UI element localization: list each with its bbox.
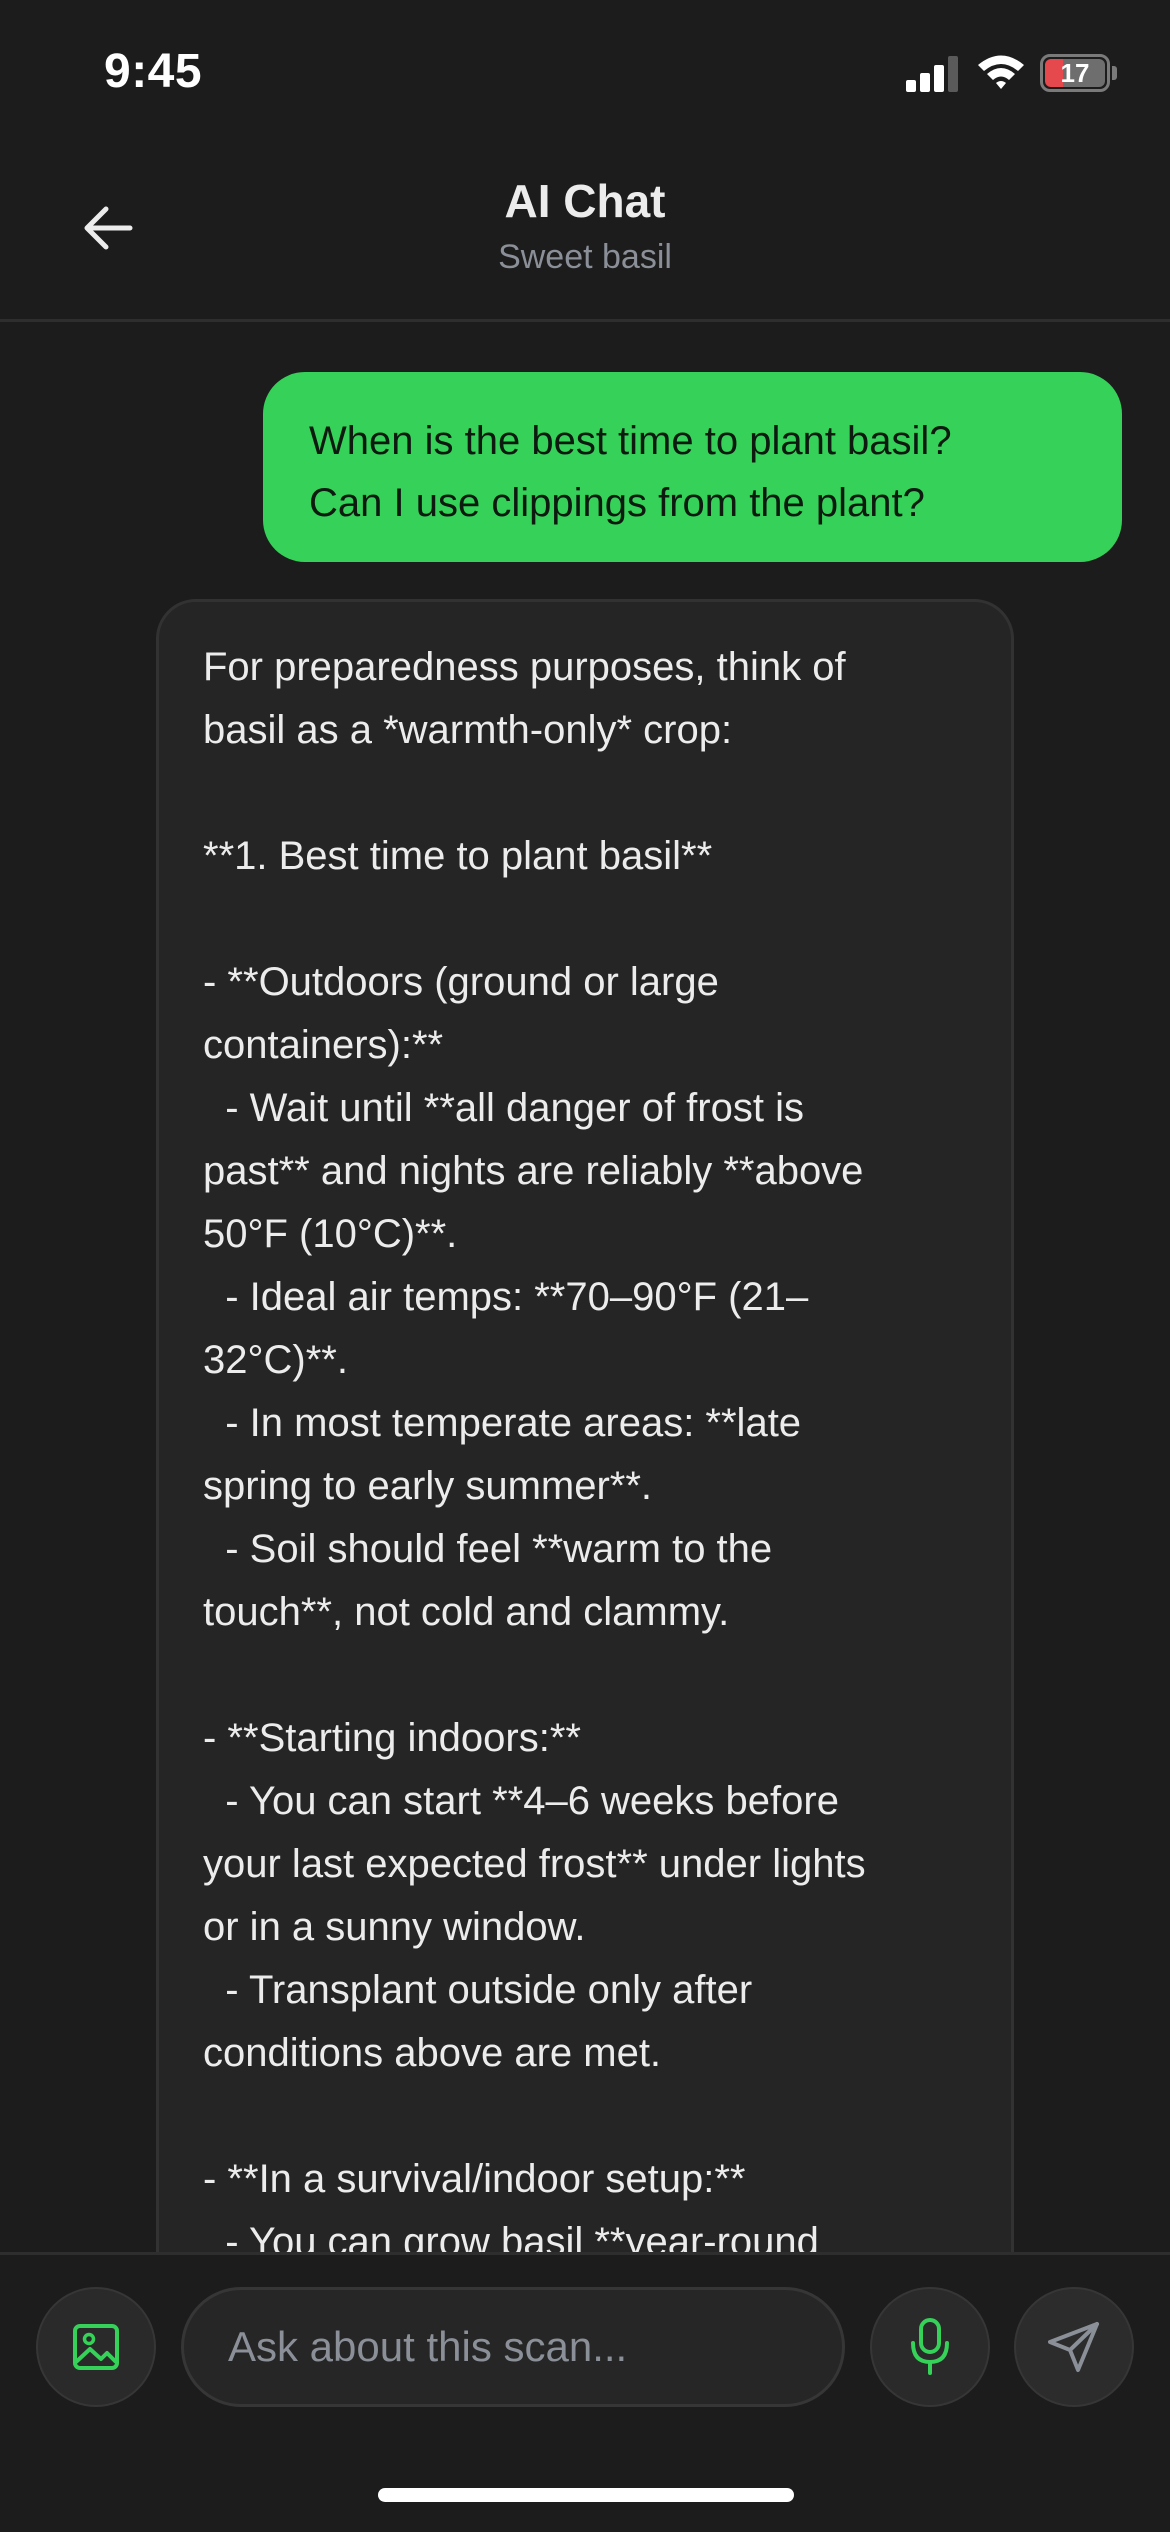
battery-level: 17: [1060, 58, 1090, 88]
message-line: - Wait until **all danger of frost is: [203, 1086, 804, 1130]
message-line: [203, 1644, 971, 1707]
status-bar: 9:45 17: [0, 0, 1170, 140]
message-input[interactable]: [181, 2287, 845, 2407]
message-line: When is the best time to plant basil?: [309, 419, 952, 463]
message-line: - Ideal air temps: **70–90°F (21–: [203, 1275, 809, 1319]
assistant-message-bubble: For preparedness purposes, think of basi…: [156, 599, 1014, 2252]
message-line: - **Starting indoors:**: [203, 1716, 581, 1760]
message-line: [203, 888, 971, 951]
page-title: AI Chat: [504, 175, 666, 227]
message-line: - You can start **4–6 weeks before: [203, 1779, 839, 1823]
user-message-bubble: When is the best time to plant basil? Ca…: [263, 372, 1122, 562]
message-line: - In most temperate areas: **late: [203, 1401, 802, 1445]
message-line: basil as a *warmth-only* crop:: [203, 708, 733, 752]
message-line: [203, 762, 971, 825]
message-line: For preparedness purposes, think of: [203, 645, 846, 689]
message-line: containers):**: [203, 1023, 444, 1067]
message-line: touch**, not cold and clammy.: [203, 1590, 730, 1634]
message-line: - Soil should feel **warm to the: [203, 1527, 773, 1571]
cellular-signal-icon: [906, 56, 960, 92]
image-icon: [73, 2324, 119, 2370]
message-line: 50°F (10°C)**.: [203, 1212, 458, 1256]
message-line: - You can grow basil **year-round: [203, 2220, 819, 2252]
page-subtitle: Sweet basil: [498, 238, 672, 276]
microphone-icon: [911, 2318, 949, 2375]
home-indicator: [378, 2488, 794, 2502]
message-line: **1. Best time to plant basil**: [203, 834, 713, 878]
battery-cap: [1112, 66, 1117, 80]
message-line: past** and nights are reliably **above: [203, 1149, 864, 1193]
battery-icon: 17: [1040, 54, 1110, 92]
message-line: conditions above are met.: [203, 2031, 662, 2075]
composer-bar: [0, 2252, 1170, 2532]
send-button[interactable]: [1014, 2287, 1134, 2407]
send-icon: [1048, 2322, 1099, 2372]
message-line: 32°C)**.: [203, 1338, 348, 1382]
status-time: 9:45: [104, 45, 203, 98]
attach-image-button[interactable]: [36, 2287, 156, 2407]
chat-header: AI Chat Sweet basil: [0, 140, 1170, 322]
message-line: - Transplant outside only after: [203, 1968, 753, 2012]
message-line: [203, 2085, 971, 2148]
chat-screen: 9:45 17 AI Chat Sweet basil When is the …: [0, 0, 1170, 2532]
message-line: your last expected frost** under lights: [203, 1842, 866, 1886]
message-list[interactable]: When is the best time to plant basil? Ca…: [0, 325, 1170, 2252]
message-line: or in a sunny window.: [203, 1905, 586, 1949]
message-line: - **In a survival/indoor setup:**: [203, 2157, 746, 2201]
message-line: spring to early summer**.: [203, 1464, 653, 1508]
message-line: - **Outdoors (ground or large: [203, 960, 719, 1004]
message-line: Can I use clippings from the plant?: [309, 481, 925, 525]
wifi-icon: [978, 55, 1024, 89]
microphone-button[interactable]: [870, 2287, 990, 2407]
